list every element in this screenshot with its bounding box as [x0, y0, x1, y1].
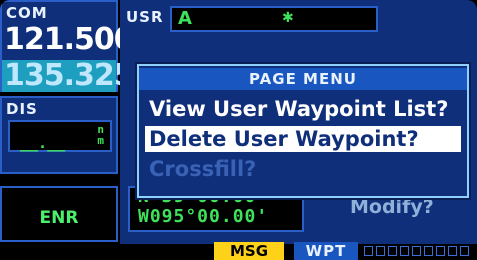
wpt-page-group-label: WPT — [294, 242, 358, 260]
distance-unit-bottom: m — [97, 134, 104, 147]
cursor-marker-icon: ✱ — [282, 10, 294, 26]
page-indicator-box — [448, 246, 457, 256]
page-menu-popup: PAGE MENU View User Waypoint List? Delet… — [137, 64, 469, 198]
msg-annunciator[interactable]: MSG — [214, 242, 284, 260]
page-indicator-box — [460, 246, 469, 256]
distance-unit: n m — [97, 124, 104, 146]
com-standby-frequency[interactable]: 135.325 — [4, 58, 135, 93]
com-active-frequency[interactable]: 121.500 — [4, 22, 135, 57]
waypoint-symbol-icon: A — [178, 8, 192, 29]
page-indicator-box — [388, 246, 397, 256]
page-indicator-box — [364, 246, 373, 256]
distance-window: DIS __.__ n m — [0, 96, 118, 174]
dis-label: DIS — [6, 100, 38, 118]
page-indicator-box — [436, 246, 445, 256]
gps-screen: COM 121.500 135.325 DIS __.__ n m ENR US… — [0, 0, 477, 260]
distance-value: __.__ — [20, 134, 66, 152]
page-indicator-box — [412, 246, 421, 256]
usr-label: USR — [126, 8, 164, 26]
modify-button[interactable]: Modify? — [350, 196, 434, 218]
com-standby-field[interactable]: 135.325 — [2, 58, 135, 93]
distance-field: __.__ n m — [8, 120, 112, 152]
menu-item-delete-user-waypoint[interactable]: Delete User Waypoint? — [145, 126, 461, 152]
page-indicator — [364, 246, 469, 256]
com-window: COM 121.500 135.325 — [0, 0, 135, 93]
left-column: COM 121.500 135.325 DIS __.__ n m ENR — [0, 0, 135, 260]
menu-item-crossfill[interactable]: Crossfill? — [145, 156, 461, 182]
longitude-value: W095°00.00' — [138, 206, 269, 227]
status-bar: MSG WPT — [0, 242, 477, 260]
cdi-mode-label: ENR — [39, 208, 79, 228]
page-indicator-box — [376, 246, 385, 256]
page-indicator-box — [400, 246, 409, 256]
page-menu-title: PAGE MENU — [139, 68, 467, 90]
user-waypoint-name-field[interactable]: A ✱ — [170, 6, 378, 32]
menu-item-view-user-waypoint-list[interactable]: View User Waypoint List? — [145, 96, 461, 122]
page-indicator-box — [424, 246, 433, 256]
cdi-mode-box: ENR — [0, 186, 118, 242]
com-label: COM — [6, 4, 48, 22]
